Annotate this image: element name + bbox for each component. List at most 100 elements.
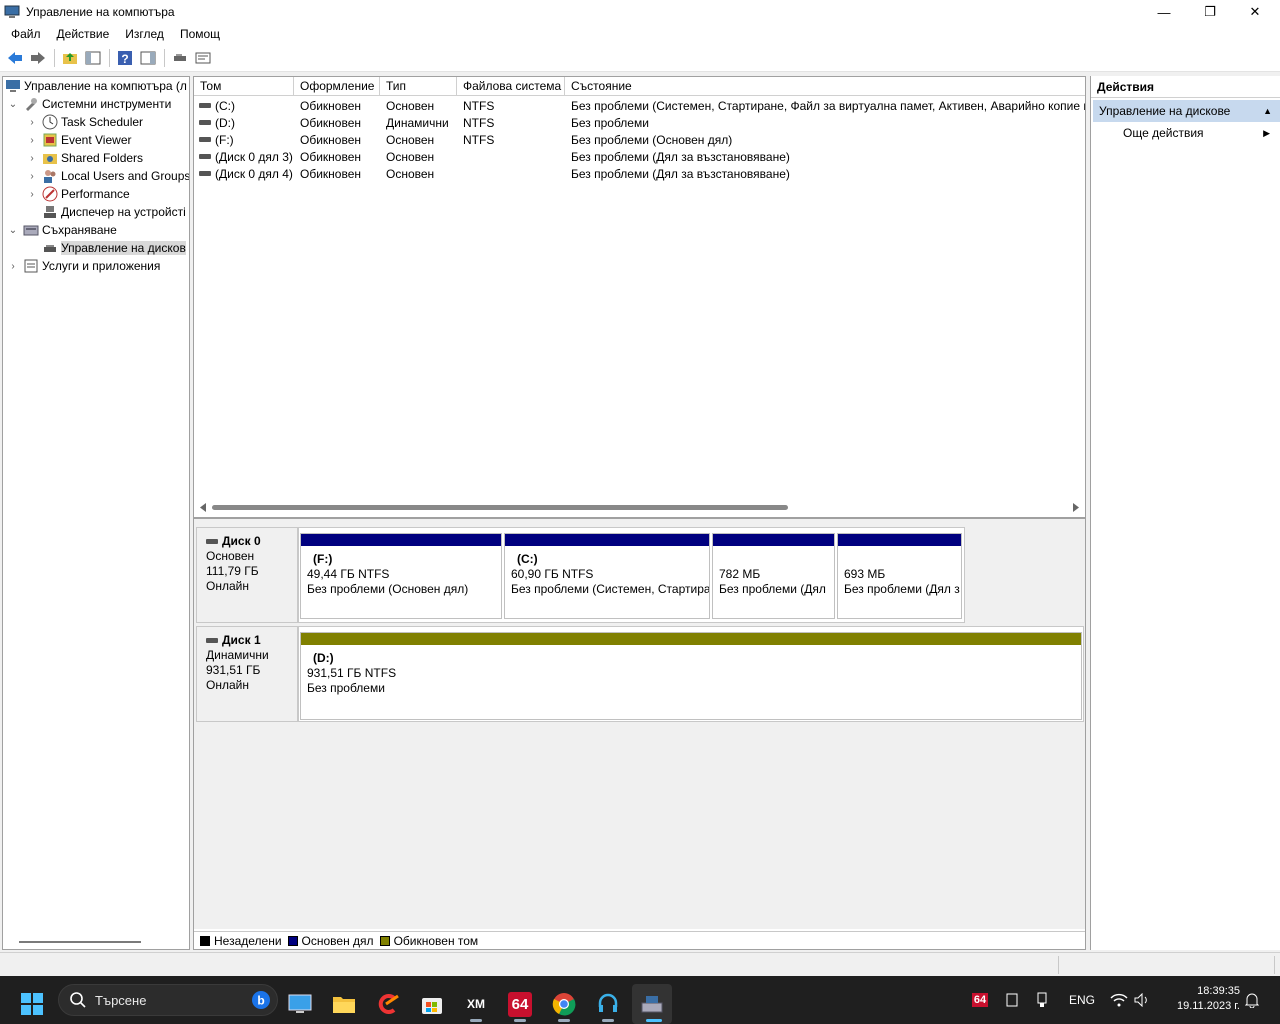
chevron-right-icon[interactable]: › [26, 135, 38, 146]
column-header-volume[interactable]: Том [194, 77, 294, 96]
tree-item-storage[interactable]: ⌄ Съхраняване [7, 221, 117, 239]
volume-name-cell: (Диск 0 дял 4) [199, 165, 294, 182]
headset-icon[interactable] [588, 984, 628, 1024]
toolbar-separator [54, 48, 55, 67]
close-button[interactable]: ✕ [1232, 0, 1278, 24]
partition-recovery-3[interactable]: 782 МБ Без проблеми (Дял [712, 533, 835, 619]
actions-section-disk-management[interactable]: Управление на дискове ▲ [1093, 100, 1280, 122]
column-header-type[interactable]: Тип [380, 77, 457, 96]
wifi-icon[interactable] [1108, 976, 1130, 1024]
help-icon[interactable]: ? [114, 47, 136, 69]
drive-icon [199, 103, 211, 108]
partition-f[interactable]: (F:) 49,44 ГБ NTFS Без проблеми (Основен д… [300, 533, 502, 619]
maximize-button[interactable]: ❐ [1187, 0, 1233, 24]
microsoft-store-icon[interactable] [412, 984, 452, 1024]
language-indicator[interactable]: ENG [1064, 976, 1100, 1024]
running-indicator [602, 1019, 614, 1022]
bing-icon[interactable]: b [251, 990, 271, 1010]
layout-cell: Обикновен [300, 115, 362, 130]
scroll-left-icon[interactable] [199, 503, 207, 512]
tree-item-services[interactable]: › Услуги и приложения [7, 257, 160, 275]
chevron-down-icon[interactable]: ⌄ [7, 225, 19, 236]
tree-item-task-scheduler[interactable]: › Task Scheduler [26, 113, 143, 131]
show-hide-action-icon[interactable] [137, 47, 159, 69]
drive-icon [199, 137, 211, 142]
column-header-filesystem[interactable]: Файлова система [457, 77, 565, 96]
system-clock[interactable]: 18:39:35 19.11.2023 г. [1160, 984, 1240, 1014]
volume-name-cell: (D:) [199, 114, 294, 131]
tree-item-event-viewer[interactable]: › Event Viewer [26, 131, 131, 149]
collapse-up-icon[interactable]: ▲ [1263, 106, 1272, 116]
tree-item-local-users[interactable]: › Local Users and Groups [26, 167, 189, 185]
disk-1-status: Онлайн [206, 678, 249, 692]
chevron-right-icon[interactable]: › [26, 171, 38, 182]
more-actions-item[interactable]: Още действия ▶ [1091, 122, 1280, 144]
table-row[interactable]: (C:) Обикновен Основен NTFS Без проблеми… [194, 97, 1085, 114]
drive-icon [206, 539, 218, 544]
primary-partition-bar [301, 534, 501, 546]
minimize-button[interactable]: — [1141, 0, 1187, 24]
forward-arrow-icon[interactable] [27, 47, 49, 69]
aida-tray-icon[interactable]: 64 [968, 976, 992, 1024]
tree-horizontal-scrollbar[interactable] [19, 941, 141, 943]
menu-help[interactable]: Помощ [172, 27, 228, 41]
up-folder-icon[interactable] [59, 47, 81, 69]
disk-1-label[interactable]: Диск 1 Динамични 931,51 ГБ Онлайн [196, 626, 298, 722]
partition-d[interactable]: (D:) 931,51 ГБ NTFS Без проблеми [300, 632, 1082, 720]
drive-icon [199, 120, 211, 125]
filesystem-cell [463, 165, 565, 182]
tray-window-icon[interactable] [1000, 976, 1024, 1024]
remote-desktop-icon[interactable] [280, 984, 320, 1024]
volume-icon[interactable] [1132, 976, 1152, 1024]
volume-list-horizontal-scrollbar[interactable] [194, 499, 1085, 516]
chrome-icon[interactable] [544, 984, 584, 1024]
disk-icon[interactable] [169, 47, 191, 69]
notification-bell-icon[interactable] [1242, 976, 1262, 1024]
chevron-right-icon[interactable]: › [26, 153, 38, 164]
disk-management-icon[interactable] [632, 984, 672, 1024]
disk-0-label[interactable]: Диск 0 Основен 111,79 ГБ Онлайн [196, 527, 298, 623]
clock-date: 19.11.2023 г. [1176, 1000, 1240, 1012]
ccleaner-icon[interactable] [368, 984, 408, 1024]
search-box[interactable]: Търсене b [58, 984, 278, 1016]
scroll-right-icon[interactable] [1072, 503, 1080, 512]
windows-start-icon[interactable] [12, 984, 52, 1024]
tree-item-disk-management[interactable]: Управление на дисков [42, 239, 186, 257]
properties-icon[interactable] [192, 47, 214, 69]
table-row[interactable]: (D:) Обикновен Динамични NTFS Без пробле… [194, 114, 1085, 131]
table-row[interactable]: (Диск 0 дял 3) Обикновен Основен Без про… [194, 148, 1085, 165]
tree-item-performance[interactable]: › Performance [26, 185, 130, 203]
partition-c[interactable]: (C:) 60,90 ГБ NTFS Без проблеми (Системен,… [504, 533, 710, 619]
partition-recovery-4[interactable]: 693 МБ Без проблеми (Дял з [837, 533, 962, 619]
back-arrow-icon[interactable] [4, 47, 26, 69]
column-header-layout[interactable]: Оформление [294, 77, 380, 96]
svg-text:b: b [257, 994, 264, 1008]
tree-item-device-manager[interactable]: Диспечер на устройсті [42, 203, 186, 221]
status-cell: Без проблеми (Дял за възстановяване) [571, 166, 790, 181]
aida64-icon[interactable]: 64 [500, 984, 540, 1024]
submenu-arrow-icon: ▶ [1263, 127, 1270, 138]
chevron-right-icon[interactable]: › [7, 261, 19, 272]
file-explorer-icon[interactable] [324, 984, 364, 1024]
menu-action[interactable]: Действие [49, 27, 118, 41]
xmplay-icon[interactable]: XM [456, 984, 496, 1024]
volume-list: Том Оформление Тип Файлова система Състо… [193, 76, 1086, 518]
device-manager-icon [42, 204, 58, 220]
column-header-status[interactable]: Състояние [565, 77, 1085, 96]
menu-file[interactable]: Файл [3, 27, 49, 41]
show-hide-tree-icon[interactable] [82, 47, 104, 69]
tree-item-shared-folders[interactable]: › Shared Folders [26, 149, 143, 167]
scrollbar-thumb[interactable] [212, 505, 788, 510]
disk-map: Диск 0 Основен 111,79 ГБ Онлайн (F:) 49,4… [193, 518, 1086, 950]
table-row[interactable]: (Диск 0 дял 4) Обикновен Основен Без про… [194, 165, 1085, 182]
chevron-down-icon[interactable]: ⌄ [7, 99, 19, 110]
tree-item-root[interactable]: Управление на компютъра (л [5, 77, 187, 95]
services-icon [23, 258, 39, 274]
chevron-right-icon[interactable]: › [26, 189, 38, 200]
tree-item-system-tools[interactable]: ⌄ Системни инструменти [7, 95, 171, 113]
table-row[interactable]: (F:) Обикновен Основен NTFS Без проблеми… [194, 131, 1085, 148]
usb-device-icon[interactable] [1030, 976, 1054, 1024]
menu-view[interactable]: Изглед [117, 27, 172, 41]
status-separator [1058, 956, 1059, 974]
chevron-right-icon[interactable]: › [26, 117, 38, 128]
